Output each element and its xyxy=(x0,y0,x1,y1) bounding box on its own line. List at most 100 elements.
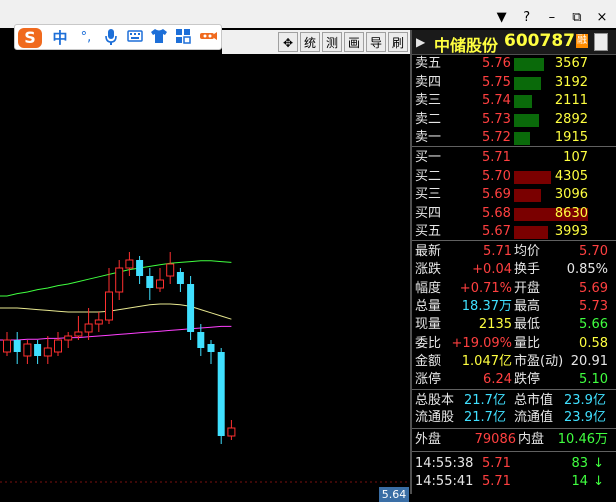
quote-label: 跌停 xyxy=(514,372,541,388)
shirt-icon[interactable] xyxy=(149,28,169,48)
tick-price: 5.71 xyxy=(482,456,511,471)
volume-bar xyxy=(514,76,541,90)
restore-icon[interactable]: ⧉ xyxy=(567,10,587,26)
capital-value: 21.7亿 xyxy=(464,393,506,408)
quote-label: 委比 xyxy=(415,335,442,351)
stock-title: ▶ 中储股份 600787 融 xyxy=(412,30,616,55)
divider xyxy=(412,240,616,241)
level-volume: 107 xyxy=(563,150,588,165)
quote-value: +0.04 xyxy=(472,262,512,278)
candle-body xyxy=(43,347,52,357)
candle-body xyxy=(105,291,113,321)
punctuation-toggle[interactable]: °, xyxy=(75,28,97,48)
order-book-row[interactable]: 买四 5.68 8630 xyxy=(412,206,616,222)
level-volume: 3993 xyxy=(554,224,588,239)
panel-scroll-button[interactable] xyxy=(594,33,608,51)
volume-bar xyxy=(514,113,539,127)
level-price: 5.75 xyxy=(482,74,511,90)
volume-bar xyxy=(514,189,541,202)
moving-average-line xyxy=(0,303,232,320)
sogou-logo-icon[interactable]: S xyxy=(18,28,42,48)
dropdown-icon[interactable]: ▼ xyxy=(492,10,512,26)
candlestick-chart[interactable] xyxy=(0,54,410,494)
keyboard-icon[interactable] xyxy=(125,28,145,48)
quote-row: 幅度 +0.71% 开盘 5.69 xyxy=(412,281,616,297)
volume-bar xyxy=(514,170,551,184)
level-price: 5.76 xyxy=(482,56,511,71)
candle-body xyxy=(34,344,42,356)
quote-label: 现量 xyxy=(415,317,442,333)
order-book-row[interactable]: 买一 5.71 107 xyxy=(412,150,616,166)
candle-body xyxy=(166,263,175,277)
refresh-button[interactable]: 刷 xyxy=(388,32,408,52)
tool-icon[interactable] xyxy=(197,28,219,48)
mic-icon[interactable] xyxy=(101,28,121,48)
candle-body xyxy=(136,260,144,276)
down-arrow-icon: ↓ xyxy=(593,456,604,471)
panel-toggle-icon[interactable]: ▶ xyxy=(416,35,425,49)
level-volume: 2111 xyxy=(554,93,588,108)
quote-label: 市盈(动) xyxy=(514,353,564,369)
moving-average-line xyxy=(0,325,232,341)
level-label: 买四 xyxy=(415,205,442,221)
quote-value: 5.70 xyxy=(579,244,608,259)
measure-button[interactable]: 测 xyxy=(322,32,342,52)
ime-toolbar: S 中 °, xyxy=(14,24,222,50)
order-book-row[interactable]: 卖一 5.72 1915 xyxy=(412,130,616,146)
down-arrow-icon: ↓ xyxy=(593,474,604,489)
level-label: 卖三 xyxy=(415,93,442,108)
order-book-row[interactable]: 卖三 5.74 2111 xyxy=(412,93,616,109)
tick-row[interactable]: 14:55:41 5.71 14 ↓ xyxy=(412,474,616,490)
quote-value: +19.09% xyxy=(451,335,512,351)
level-volume: 3096 xyxy=(554,187,588,202)
candle-body xyxy=(64,335,73,341)
candle-body xyxy=(84,323,93,333)
capital-row: 流通股 21.7亿 流通值 23.9亿 xyxy=(412,410,616,426)
tick-row[interactable]: 14:55:38 5.71 83 ↓ xyxy=(412,456,616,472)
close-icon[interactable]: × xyxy=(592,10,612,26)
quote-value: 5.73 xyxy=(579,298,608,314)
candle-body xyxy=(217,352,225,436)
candle-body xyxy=(74,331,83,337)
grid-icon[interactable] xyxy=(173,28,193,48)
quote-label: 总量 xyxy=(415,298,442,314)
order-book-row[interactable]: 卖四 5.75 3192 xyxy=(412,75,616,91)
quote-value: 18.37万 xyxy=(461,298,512,314)
quote-value: 5.69 xyxy=(579,280,608,296)
order-book-row[interactable]: 买三 5.69 3096 xyxy=(412,187,616,203)
quote-label: 金额 xyxy=(415,353,442,369)
level-price: 5.69 xyxy=(482,187,511,202)
order-book-row[interactable]: 买二 5.70 4305 xyxy=(412,169,616,185)
outer-value: 79086 xyxy=(474,432,516,447)
export-button[interactable]: 导 xyxy=(366,32,386,52)
volume-bar xyxy=(514,132,530,145)
move-tool-button[interactable]: ✥ xyxy=(278,32,298,52)
stock-code: 600787 xyxy=(504,31,575,51)
level-volume: 3567 xyxy=(554,56,588,71)
quote-label: 涨停 xyxy=(415,372,442,388)
order-book-row[interactable]: 卖二 5.73 2892 xyxy=(412,112,616,128)
capital-label: 流通股 xyxy=(415,410,455,425)
stats-button[interactable]: 统 xyxy=(300,32,320,52)
ime-mode-toggle[interactable]: 中 xyxy=(49,28,71,48)
divider xyxy=(412,451,616,452)
quote-row: 现量 2135 最低 5.66 xyxy=(412,317,616,333)
draw-button[interactable]: 画 xyxy=(344,32,364,52)
quote-label: 最低 xyxy=(514,317,541,333)
level-price: 5.72 xyxy=(482,130,511,145)
order-book-row[interactable]: 卖五 5.76 3567 xyxy=(412,56,616,72)
tick-time: 14:55:41 xyxy=(415,474,474,489)
outer-inner-row: 外盘 79086 内盘 10.46万 xyxy=(412,432,616,448)
minimize-icon[interactable]: – xyxy=(542,10,562,26)
quote-label: 幅度 xyxy=(415,280,442,296)
tick-time: 14:55:38 xyxy=(415,456,474,471)
tick-volume: 83 xyxy=(571,456,588,471)
help-icon[interactable]: ? xyxy=(517,10,537,26)
level-label: 卖五 xyxy=(415,56,442,71)
outer-label: 外盘 xyxy=(415,432,442,447)
order-book-row[interactable]: 买五 5.67 3993 xyxy=(412,224,616,240)
chart-toolbar: ✥ 统 测 画 导 刷 xyxy=(222,30,410,54)
capital-row: 总股本 21.7亿 总市值 23.9亿 xyxy=(412,393,616,409)
quote-row: 最新 5.71 均价 5.70 xyxy=(412,244,616,260)
quote-value: 0.58 xyxy=(579,335,608,351)
